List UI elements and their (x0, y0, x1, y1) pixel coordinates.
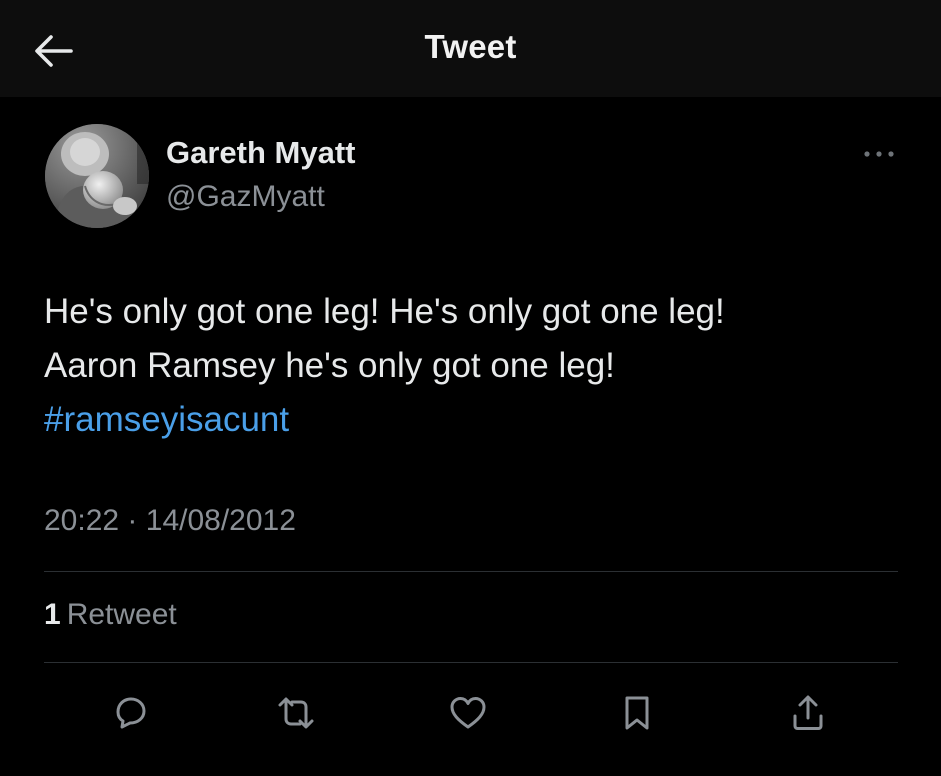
avatar[interactable] (45, 124, 149, 228)
more-dots-icon (864, 151, 894, 157)
page-title: Tweet (424, 28, 517, 65)
tweet-time-link[interactable]: 20:22 (44, 504, 119, 537)
retweet-label: Retweet (66, 598, 177, 631)
bookmark-icon (625, 696, 649, 730)
tweet-date-link[interactable]: 14/08/2012 (146, 504, 296, 537)
reply-button[interactable] (107, 690, 153, 736)
share-button[interactable] (785, 690, 831, 736)
retweet-button[interactable] (273, 690, 319, 736)
tweet-text-line: Aaron Ramsey he's only got one leg! (44, 346, 615, 385)
avatar-photo (45, 124, 149, 228)
timestamp-separator: · (127, 504, 138, 537)
divider (44, 662, 898, 663)
tweet-timestamp: 20:22 · 14/08/2012 (44, 504, 296, 538)
bookmark-button[interactable] (614, 690, 660, 736)
retweet-count-link[interactable]: 1 Retweet (44, 598, 177, 632)
top-bar: Tweet (0, 0, 941, 97)
retweet-count: 1 (44, 598, 61, 631)
divider (44, 571, 898, 572)
retweet-icon (278, 697, 314, 729)
reply-bubble-icon (116, 697, 146, 729)
more-options-button[interactable] (857, 140, 901, 168)
tweet-text: He's only got one leg! He's only got one… (44, 285, 914, 447)
hashtag-link[interactable]: #ramseyisacunt (44, 400, 289, 439)
tweet-text-line: He's only got one leg! He's only got one… (44, 292, 725, 331)
share-icon (793, 695, 823, 730)
author-display-name[interactable]: Gareth Myatt (166, 135, 355, 171)
like-button[interactable] (445, 690, 491, 736)
author-handle[interactable]: @GazMyatt (166, 180, 325, 214)
heart-icon (450, 697, 486, 729)
